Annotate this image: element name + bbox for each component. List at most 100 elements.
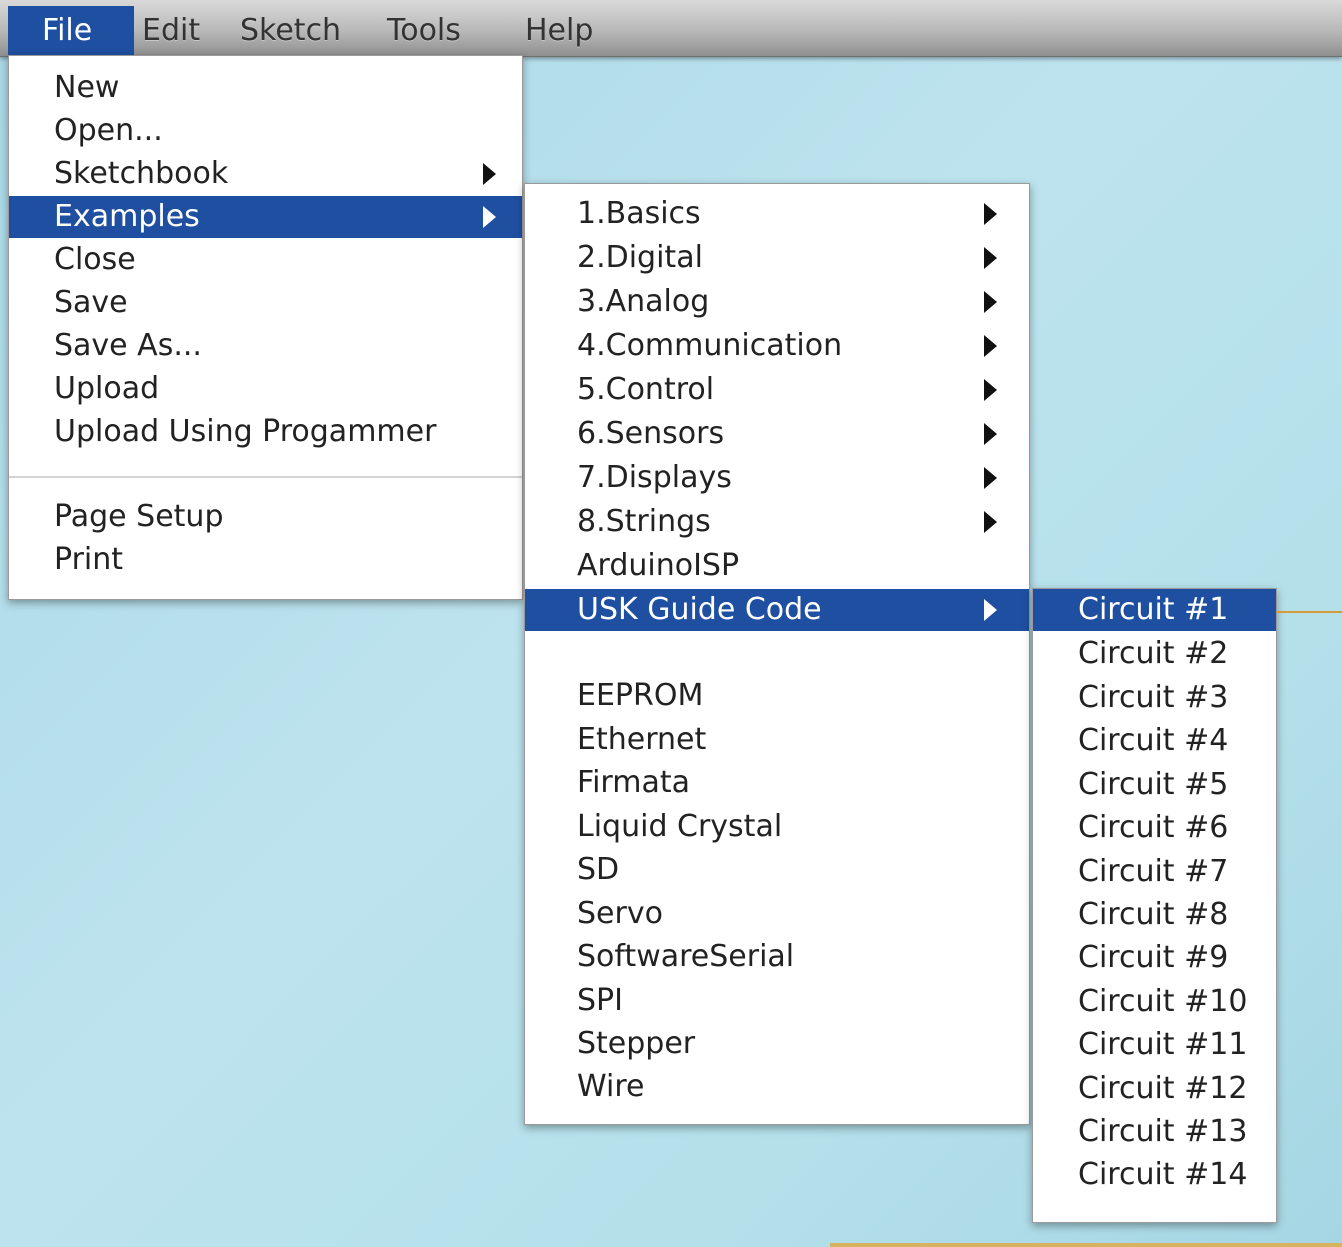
menu-item-stepper[interactable]: Stepper xyxy=(525,1023,1029,1065)
menu-item-circuit-11[interactable]: Circuit #11 xyxy=(1033,1024,1276,1066)
menu-item-usk-guide-code[interactable]: USK Guide Code xyxy=(525,589,1029,631)
menu-item-label: Circuit #4 xyxy=(1078,723,1229,758)
menu-item-new[interactable]: New xyxy=(9,67,522,109)
menu-item-label: Save xyxy=(54,285,128,320)
menubar-file[interactable]: File xyxy=(8,6,134,56)
menu-item-circuit-14[interactable]: Circuit #14 xyxy=(1033,1154,1276,1196)
menu-item-print[interactable]: Print xyxy=(9,539,522,581)
menu-item-label: Circuit #7 xyxy=(1078,854,1229,889)
menu-item-label: 2.Digital xyxy=(577,240,703,275)
menu-item-label: Print xyxy=(54,542,124,577)
menu-item-circuit-3[interactable]: Circuit #3 xyxy=(1033,677,1276,719)
menu-item-ethernet[interactable]: Ethernet xyxy=(525,719,1029,761)
menu-item-label: Circuit #13 xyxy=(1078,1114,1248,1149)
menu-item-label: Upload xyxy=(54,371,160,406)
menubar-edit[interactable]: Edit xyxy=(142,6,200,56)
menu-item-label: SoftwareSerial xyxy=(577,939,795,974)
file-menu: New Open... Sketchbook Examples Close Sa… xyxy=(8,55,523,600)
menu-item-arduinoisp[interactable]: ArduinoISP xyxy=(525,545,1029,587)
menubar-sketch[interactable]: Sketch xyxy=(240,6,341,56)
menubar-help[interactable]: Help xyxy=(525,6,593,56)
menu-item-label: Servo xyxy=(577,896,663,931)
menu-separator xyxy=(9,476,522,478)
menu-item-upload[interactable]: Upload xyxy=(9,368,522,410)
menu-item-label: Page Setup xyxy=(54,499,224,534)
menu-item-label: Circuit #1 xyxy=(1078,592,1229,627)
submenu-arrow-icon xyxy=(984,467,997,489)
menu-item-sd[interactable]: SD xyxy=(525,849,1029,891)
menu-item-circuit-8[interactable]: Circuit #8 xyxy=(1033,894,1276,936)
menu-item-label: 3.Analog xyxy=(577,284,710,319)
menu-item-circuit-4[interactable]: Circuit #4 xyxy=(1033,720,1276,762)
menu-item-circuit-9[interactable]: Circuit #9 xyxy=(1033,937,1276,979)
menu-item-label: 8.Strings xyxy=(577,504,711,539)
menu-item-close[interactable]: Close xyxy=(9,239,522,281)
menu-item-spi[interactable]: SPI xyxy=(525,980,1029,1022)
menu-item-strings[interactable]: 8.Strings xyxy=(525,501,1029,543)
menu-item-firmata[interactable]: Firmata xyxy=(525,762,1029,804)
menu-item-label: ArduinoISP xyxy=(577,548,740,583)
menu-item-label: Close xyxy=(54,242,136,277)
submenu-arrow-icon xyxy=(984,423,997,445)
menu-item-label: Circuit #6 xyxy=(1078,810,1229,845)
menu-item-basics[interactable]: 1.Basics xyxy=(525,193,1029,235)
menu-item-page-setup[interactable]: Page Setup xyxy=(9,496,522,538)
menu-item-softwareserial[interactable]: SoftwareSerial xyxy=(525,936,1029,978)
menu-item-save[interactable]: Save xyxy=(9,282,522,324)
menu-item-circuit-1[interactable]: Circuit #1 xyxy=(1033,589,1276,631)
menu-bar: File Edit Sketch Tools Help xyxy=(0,0,1342,57)
menu-item-label: Ethernet xyxy=(577,722,707,757)
menu-item-communication[interactable]: 4.Communication xyxy=(525,325,1029,367)
menu-item-sensors[interactable]: 6.Sensors xyxy=(525,413,1029,455)
menu-item-save-as[interactable]: Save As... xyxy=(9,325,522,367)
menu-item-label: Circuit #3 xyxy=(1078,680,1229,715)
menu-item-label: USK Guide Code xyxy=(577,592,822,627)
menu-item-circuit-5[interactable]: Circuit #5 xyxy=(1033,764,1276,806)
submenu-arrow-icon xyxy=(984,511,997,533)
menu-item-upload-using-programmer[interactable]: Upload Using Progammer xyxy=(9,411,522,453)
menu-item-label: 4.Communication xyxy=(577,328,843,363)
menu-item-label: Circuit #9 xyxy=(1078,940,1229,975)
menu-item-label: Circuit #5 xyxy=(1078,767,1229,802)
submenu-arrow-icon xyxy=(984,291,997,313)
submenu-arrow-icon xyxy=(984,379,997,401)
menu-item-label: Circuit #2 xyxy=(1078,636,1229,671)
menu-item-label: Stepper xyxy=(577,1026,696,1061)
menu-item-displays[interactable]: 7.Displays xyxy=(525,457,1029,499)
menu-item-circuit-6[interactable]: Circuit #6 xyxy=(1033,807,1276,849)
menu-item-label: Circuit #11 xyxy=(1078,1027,1248,1062)
examples-menu: 1.Basics 2.Digital 3.Analog 4.Communicat… xyxy=(524,183,1030,1125)
menu-item-label: SPI xyxy=(577,983,623,1018)
menu-item-eeprom[interactable]: EEPROM xyxy=(525,675,1029,717)
menu-item-label: Upload Using Progammer xyxy=(54,414,437,449)
menubar-tools[interactable]: Tools xyxy=(387,6,461,56)
menu-item-label: Sketchbook xyxy=(54,156,229,191)
menu-item-open[interactable]: Open... xyxy=(9,110,522,152)
submenu-arrow-icon xyxy=(483,206,496,228)
usk-guide-code-menu: Circuit #1 Circuit #2 Circuit #3 Circuit… xyxy=(1032,588,1277,1223)
menu-item-label: Circuit #12 xyxy=(1078,1071,1248,1106)
menu-item-digital[interactable]: 2.Digital xyxy=(525,237,1029,279)
menu-item-circuit-12[interactable]: Circuit #12 xyxy=(1033,1068,1276,1110)
menu-item-label: 5.Control xyxy=(577,372,715,407)
callout-line xyxy=(1276,611,1342,613)
menu-item-circuit-2[interactable]: Circuit #2 xyxy=(1033,633,1276,675)
menu-item-examples[interactable]: Examples xyxy=(9,196,522,238)
menu-item-circuit-7[interactable]: Circuit #7 xyxy=(1033,851,1276,893)
menu-item-liquid-crystal[interactable]: Liquid Crystal xyxy=(525,806,1029,848)
menu-item-wire[interactable]: Wire xyxy=(525,1066,1029,1108)
submenu-arrow-icon xyxy=(984,335,997,357)
submenu-arrow-icon xyxy=(483,163,496,185)
menu-item-label: Circuit #14 xyxy=(1078,1157,1248,1192)
menu-item-label: Firmata xyxy=(577,765,690,800)
menu-item-label: 1.Basics xyxy=(577,196,701,231)
menu-item-analog[interactable]: 3.Analog xyxy=(525,281,1029,323)
menu-item-label: SD xyxy=(577,852,620,887)
menu-item-label: Liquid Crystal xyxy=(577,809,783,844)
menu-item-sketchbook[interactable]: Sketchbook xyxy=(9,153,522,195)
menu-item-control[interactable]: 5.Control xyxy=(525,369,1029,411)
menu-item-servo[interactable]: Servo xyxy=(525,893,1029,935)
menu-item-label: Examples xyxy=(54,199,200,234)
menu-item-circuit-13[interactable]: Circuit #13 xyxy=(1033,1111,1276,1153)
menu-item-circuit-10[interactable]: Circuit #10 xyxy=(1033,981,1276,1023)
